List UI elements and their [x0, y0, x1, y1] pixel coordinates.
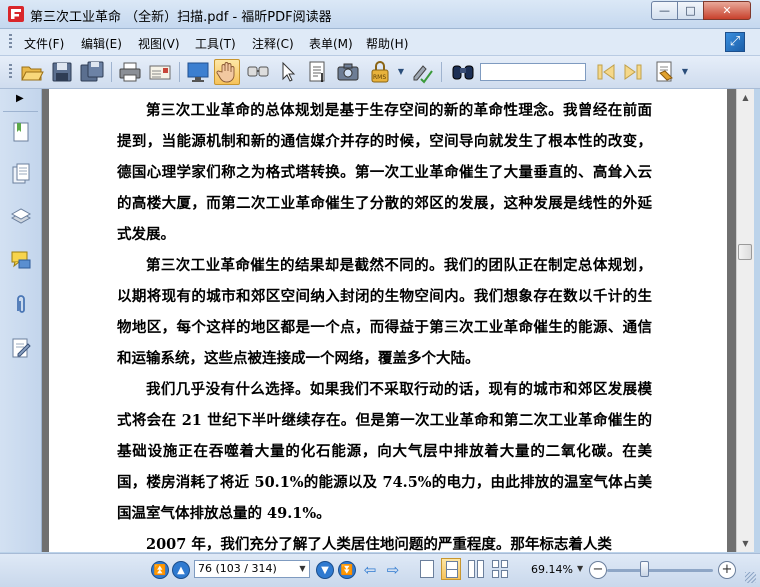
previous-page-icon[interactable]: ▲: [172, 561, 190, 579]
comments-icon[interactable]: [10, 249, 32, 271]
zoom-slider-thumb[interactable]: [639, 561, 649, 577]
paragraph-3: 我们几乎没有什么选择。如果我们不采取行动的话，现有的城市和郊区发展模式将会在 2…: [117, 381, 652, 522]
title-bar: 第三次工业革命 （全新）扫描.pdf - 福昕PDF阅读器 — □ ✕: [0, 0, 760, 29]
fullscreen-icon[interactable]: [185, 59, 211, 85]
page-field-chevron-down-icon[interactable]: ▼: [296, 561, 309, 577]
single-page-view-icon[interactable]: [420, 560, 434, 578]
zoom-level[interactable]: 69.14%: [531, 563, 573, 576]
sign-icon[interactable]: [409, 59, 435, 85]
menu-edit[interactable]: 编辑(E): [81, 35, 122, 52]
foxit-app-icon: [8, 6, 24, 22]
snapshot-icon[interactable]: [335, 59, 361, 85]
find-previous-icon[interactable]: [592, 59, 618, 85]
scroll-up-arrow-icon[interactable]: ▲: [737, 89, 754, 106]
facing-view-left-page: [468, 560, 475, 578]
paragraph-1: 第三次工业革命的总体规划是基于生存空间的新的革命性理念。我曾经在前面提到，当能源…: [117, 102, 652, 243]
search-options-icon[interactable]: [652, 59, 678, 85]
maximize-button[interactable]: □: [677, 1, 704, 20]
vertical-scrollbar[interactable]: ▲ ▼: [736, 89, 754, 552]
page-text-block: 第三次工业革命的总体规划是基于生存空间的新的革命性理念。我曾经在前面提到，当能源…: [117, 95, 652, 552]
rms-icon[interactable]: RMS: [367, 59, 397, 85]
cf-page-3: [492, 570, 499, 578]
pages-icon[interactable]: [10, 163, 32, 185]
email-icon[interactable]: [147, 59, 173, 85]
open-icon[interactable]: [19, 59, 45, 85]
navigation-panel: ▶: [0, 89, 42, 552]
menu-comment[interactable]: 注释(C): [252, 35, 294, 52]
signatures-icon[interactable]: [10, 337, 32, 359]
next-page-icon[interactable]: ▼: [316, 561, 334, 579]
first-page-icon[interactable]: ⏫: [151, 561, 169, 579]
menubar-grip[interactable]: [9, 34, 12, 50]
menu-view[interactable]: 视图(V): [138, 35, 180, 52]
search-options-chevron-down-icon[interactable]: ▼: [680, 59, 690, 85]
toolbar-separator: [111, 62, 112, 82]
scrollbar-thumb[interactable]: [738, 244, 752, 260]
panel-divider: [3, 111, 38, 112]
select-tool-icon[interactable]: [275, 59, 301, 85]
text-select-icon[interactable]: [305, 59, 331, 85]
last-page-icon[interactable]: ⏬: [338, 561, 356, 579]
cf-page-1: [492, 560, 499, 568]
go-forward-arrow-icon[interactable]: ⇨: [384, 561, 402, 579]
close-button[interactable]: ✕: [703, 1, 751, 20]
cf-page-4: [501, 570, 508, 578]
save-icon[interactable]: [49, 59, 75, 85]
paragraph-2: 第三次工业革命催生的结果却是截然不同的。我们的团队正在制定总体规划，以期将现有的…: [117, 257, 652, 367]
pdf-page[interactable]: 第三次工业革命的总体规划是基于生存空间的新的革命性理念。我曾经在前面提到，当能源…: [49, 89, 727, 552]
find-next-icon[interactable]: [621, 59, 647, 85]
rms-label: RMS: [373, 74, 386, 81]
facing-view-right-page: [477, 560, 484, 578]
page-number-field[interactable]: 76 (103 / 314): [194, 560, 310, 578]
panel-expand-arrow-icon[interactable]: ▶: [16, 93, 24, 104]
zoom-tool-icon[interactable]: [245, 59, 271, 85]
status-bar: ⏫ ▲ 76 (103 / 314) ▼ ▼ ⏬ ⇦ ⇨ 69.14% ▼ − …: [0, 553, 760, 587]
scroll-down-arrow-icon[interactable]: ▼: [737, 535, 754, 552]
cf-page-2: [501, 560, 508, 568]
toolbar-separator: [179, 62, 180, 82]
continuous-view-icon[interactable]: [441, 558, 461, 580]
attachments-icon[interactable]: [10, 293, 32, 315]
find-input[interactable]: [480, 63, 586, 81]
expand-window-icon[interactable]: ⤢: [725, 32, 745, 52]
menu-forms[interactable]: 表单(M): [309, 35, 353, 52]
menu-bar: 文件(F) 编辑(E) 视图(V) 工具(T) 注释(C) 表单(M) 帮助(H…: [0, 29, 760, 56]
facing-view-icon[interactable]: [468, 560, 484, 578]
toolbar: RMS ▼ ▼: [0, 56, 760, 89]
continuous-view-page-bottom: [446, 569, 458, 578]
zoom-dropdown-chevron-down-icon[interactable]: ▼: [577, 561, 587, 577]
hand-tool-icon[interactable]: [214, 59, 240, 85]
save-as-icon[interactable]: [79, 59, 105, 85]
zoom-slider-track[interactable]: [607, 569, 713, 572]
resize-grip[interactable]: [745, 572, 756, 583]
menu-file[interactable]: 文件(F): [24, 35, 64, 52]
layers-icon[interactable]: [10, 205, 32, 227]
continuous-facing-view-icon[interactable]: [492, 560, 508, 578]
menu-tools[interactable]: 工具(T): [195, 35, 236, 52]
window-title: 第三次工业革命 （全新）扫描.pdf - 福昕PDF阅读器: [30, 10, 332, 25]
rms-dropdown-chevron-down-icon[interactable]: ▼: [397, 59, 405, 85]
paragraph-4: 2007 年，我们充分了解了人类居住地问题的严重程度。那年标志着人类: [146, 536, 612, 552]
print-icon[interactable]: [117, 59, 143, 85]
minimize-button[interactable]: —: [651, 1, 678, 20]
zoom-in-icon[interactable]: +: [718, 561, 736, 579]
find-icon[interactable]: [450, 59, 476, 85]
menu-help[interactable]: 帮助(H): [366, 35, 408, 52]
go-back-arrow-icon[interactable]: ⇦: [361, 561, 379, 579]
toolbar-separator: [441, 62, 442, 82]
bookmarks-icon[interactable]: [10, 121, 32, 143]
toolbar-grip[interactable]: [9, 64, 12, 80]
zoom-out-icon[interactable]: −: [589, 561, 607, 579]
